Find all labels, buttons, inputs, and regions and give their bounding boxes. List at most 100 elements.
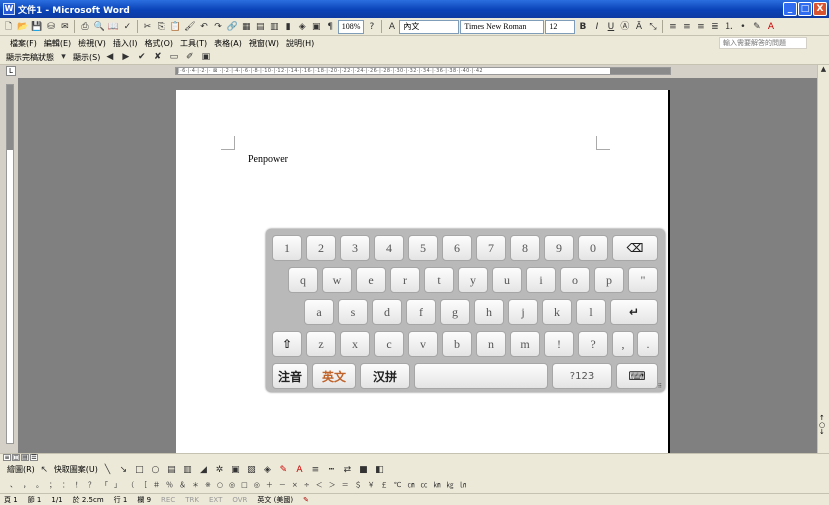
zhuyin-mode-key[interactable]: 注音 [272, 363, 308, 389]
select-objects-icon[interactable]: ↖ [38, 463, 51, 477]
key-b[interactable]: b [442, 331, 472, 357]
next-change-icon[interactable]: ▶ [119, 50, 132, 64]
symbol-button[interactable]: ＆ [179, 480, 186, 490]
font-size-dropdown[interactable]: 12 [545, 19, 576, 34]
horizontal-ruler[interactable]: ·|·6·|·4·|·2·|· ⊠ ·|·2·|·4·|·6·|·8·|·10·… [175, 67, 671, 75]
symbol-button[interactable]: ㎏ [446, 480, 453, 490]
help-icon[interactable]: ? [365, 20, 378, 34]
reviewing-pane-icon[interactable]: ▣ [199, 50, 212, 64]
hyperlink-icon[interactable]: 🔗 [226, 20, 239, 34]
3d-style-icon[interactable]: ◧ [373, 463, 386, 477]
status-rec[interactable]: REC [161, 496, 175, 504]
key-2[interactable]: 2 [306, 235, 336, 261]
reject-change-icon[interactable]: ✘ [151, 50, 164, 64]
columns-icon[interactable]: ▮ [282, 20, 295, 34]
font-color-icon[interactable]: A [764, 20, 777, 34]
wordart-icon[interactable]: ◢ [197, 463, 210, 477]
symbol-button[interactable]: ， [23, 480, 30, 490]
key-3[interactable]: 3 [340, 235, 370, 261]
key-k[interactable]: k [542, 299, 572, 325]
key-y[interactable]: y [458, 267, 488, 293]
menu-window[interactable]: 視窗(W) [249, 38, 279, 49]
key-n[interactable]: n [476, 331, 506, 357]
drawing-font-color-icon[interactable]: A [293, 463, 306, 477]
arrow-icon[interactable]: ↘ [117, 463, 130, 477]
key-4[interactable]: 4 [374, 235, 404, 261]
symbol-button[interactable]: ； [49, 480, 56, 490]
symbol-button[interactable]: ㎞ [433, 480, 440, 490]
menu-table[interactable]: 表格(A) [214, 38, 242, 49]
key-e[interactable]: e [356, 267, 386, 293]
format-painter-icon[interactable]: 🖌 [183, 20, 196, 34]
print-preview-icon[interactable]: 🔍 [92, 20, 105, 34]
numbers-key[interactable]: ?123 [552, 363, 612, 389]
email-icon[interactable]: ✉ [58, 20, 71, 34]
close-button[interactable]: X [813, 2, 827, 16]
symbol-button[interactable]: ※ [205, 481, 211, 489]
pinyin-mode-key[interactable]: 汉拼 [360, 363, 410, 389]
symbol-button[interactable]: ＃ [153, 480, 160, 490]
insert-comment-icon[interactable]: ▭ [167, 50, 180, 64]
dash-style-icon[interactable]: ┅ [325, 463, 338, 477]
new-document-icon[interactable]: 🗋 [2, 20, 15, 34]
symbol-button[interactable]: ◎ [229, 481, 235, 489]
justify-icon[interactable]: ≣ [708, 20, 721, 34]
font-dropdown[interactable]: Times New Roman [460, 19, 545, 34]
shift-key[interactable]: ⇧ [272, 331, 302, 357]
symbol-button[interactable]: － [279, 480, 286, 490]
symbol-button[interactable]: 」 [114, 480, 121, 490]
symbol-button[interactable]: ％ [166, 480, 173, 490]
symbol-button[interactable]: ＝ [342, 480, 349, 490]
symbol-button[interactable]: （ [127, 480, 134, 490]
align-left-icon[interactable]: ≡ [666, 20, 679, 34]
text-box-icon[interactable]: ▤ [165, 463, 178, 477]
symbol-button[interactable]: ￥ [368, 480, 375, 490]
key-o[interactable]: o [560, 267, 590, 293]
horizontal-scrollbar[interactable]: ≡ ◫ ▤ ☰ [0, 453, 829, 462]
menu-file[interactable]: 檔案(F) [10, 38, 37, 49]
key-m[interactable]: m [510, 331, 540, 357]
character-border-icon[interactable]: Ⓐ [618, 20, 631, 34]
hide-keyboard-key[interactable]: ⌨ [616, 363, 658, 389]
symbol-button[interactable]: ㏑ [459, 480, 466, 490]
symbol-button[interactable]: ◎ [254, 481, 260, 489]
outline-view-icon[interactable]: ☰ [30, 454, 38, 461]
status-ovr[interactable]: OVR [232, 496, 247, 504]
symbol-button[interactable]: ＞ [329, 480, 336, 490]
clip-art-icon[interactable]: ▣ [229, 463, 242, 477]
numbering-icon[interactable]: ⒈ [722, 20, 735, 34]
resize-grip-icon[interactable]: ⠿ [658, 383, 662, 390]
symbol-button[interactable]: □ [241, 481, 248, 489]
symbol-button[interactable]: ＜ [316, 480, 323, 490]
key-x[interactable]: x [340, 331, 370, 357]
space-key[interactable] [414, 363, 548, 389]
draw-menu[interactable]: 繪圖(R) [7, 464, 35, 475]
undo-icon[interactable]: ↶ [198, 20, 211, 34]
permission-icon[interactable]: ⛁ [44, 20, 57, 34]
symbol-button[interactable]: ℃ [394, 481, 402, 489]
symbol-button[interactable]: ！ [75, 480, 82, 490]
spelling-status-icon[interactable]: ✎ [303, 496, 309, 504]
save-icon[interactable]: 💾 [30, 20, 43, 34]
key-z[interactable]: z [306, 331, 336, 357]
key-question[interactable]: ? [578, 331, 608, 357]
show-menu[interactable]: 顯示(S) [73, 52, 100, 63]
drawing-icon[interactable]: ◈ [296, 20, 309, 34]
minimize-button[interactable]: _ [783, 2, 797, 16]
print-layout-icon[interactable]: ▤ [21, 454, 29, 461]
key-8[interactable]: 8 [510, 235, 540, 261]
scroll-up-icon[interactable]: ▲ [818, 65, 829, 73]
line-icon[interactable]: ╲ [101, 463, 114, 477]
key-c[interactable]: c [374, 331, 404, 357]
key-exclamation[interactable]: ! [544, 331, 574, 357]
menu-insert[interactable]: 插入(I) [113, 38, 138, 49]
arrow-style-icon[interactable]: ⇄ [341, 463, 354, 477]
bold-button[interactable]: B [576, 20, 589, 34]
key-i[interactable]: i [526, 267, 556, 293]
menu-view[interactable]: 檢視(V) [78, 38, 106, 49]
character-shading-icon[interactable]: Ā [632, 20, 645, 34]
chevron-down-icon[interactable]: ▾ [57, 50, 70, 64]
document-text[interactable]: Penpower [248, 154, 288, 165]
browse-object-buttons[interactable]: ↑ ○ ↓ [819, 415, 825, 436]
line-style-icon[interactable]: ≡ [309, 463, 322, 477]
